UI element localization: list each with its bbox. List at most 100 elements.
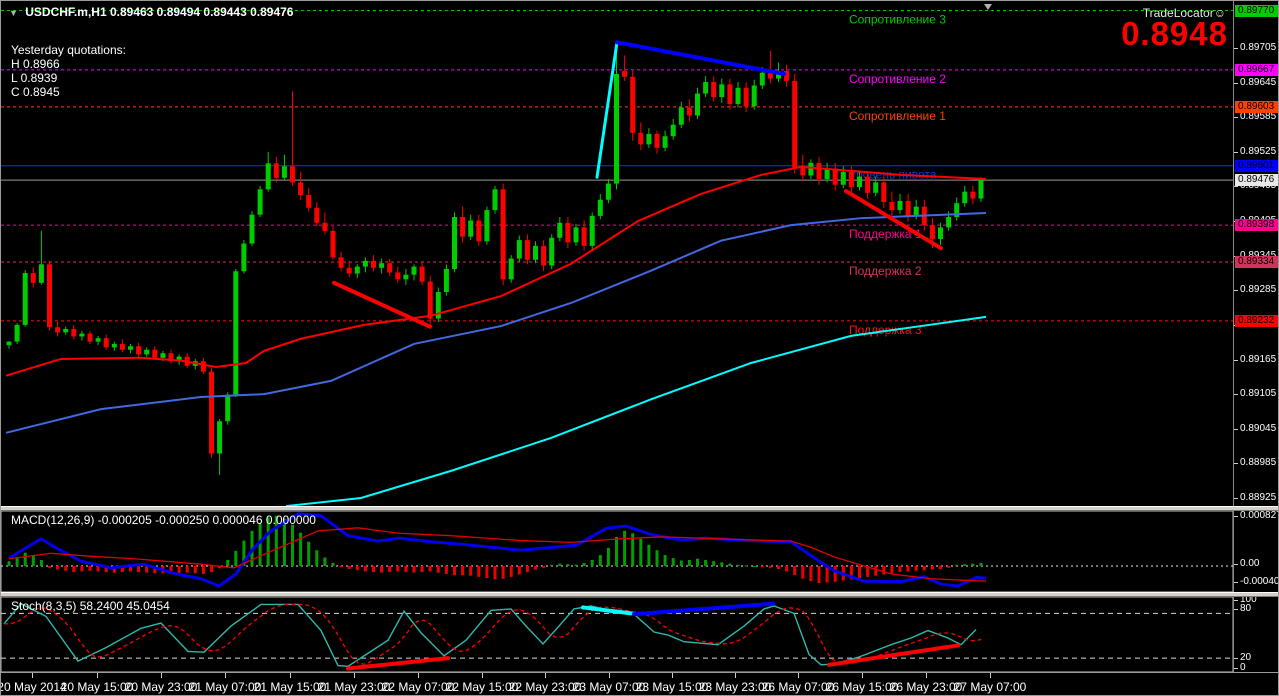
macd-histogram-bar (23, 552, 27, 566)
candle-body (549, 237, 555, 266)
time-axis[interactable]: 20 May 2014 20 May 15:00 20 May 23:00 21 Ma… (1, 672, 1278, 695)
macd-histogram-bar (461, 566, 465, 576)
time-axis-tick (798, 673, 799, 678)
time-axis-label: 20 May 23:00 (124, 680, 198, 694)
macd-histogram-bar (809, 566, 813, 582)
candle-body (686, 107, 692, 116)
candle-body (403, 274, 409, 280)
macd-axis-label: 0.000827 (1240, 510, 1279, 521)
candle-body (840, 172, 846, 185)
pane-separator-1[interactable] (1, 506, 1278, 511)
macd-histogram-bar (550, 564, 554, 566)
macd-histogram-bar (436, 566, 440, 573)
macd-histogram-bar (874, 566, 878, 576)
time-axis-tick (862, 673, 863, 678)
candle-body (622, 71, 628, 77)
candle-body (808, 162, 814, 176)
candle-body (946, 217, 952, 228)
time-axis-tick (609, 673, 610, 678)
macd-histogram-bar (574, 564, 578, 566)
macd-histogram-bar (882, 566, 886, 575)
candle-body (978, 180, 984, 199)
price-badge-support-2: 0.89334 (1235, 256, 1278, 269)
macd-histogram-bar (777, 566, 780, 570)
macd-histogram-bar (817, 566, 821, 583)
candle-body (306, 195, 312, 208)
candle-body (516, 240, 522, 259)
candle-body (573, 227, 579, 243)
macd-histogram-bar (947, 566, 951, 568)
time-axis-tick (926, 673, 927, 678)
macd-histogram-bar (234, 550, 238, 566)
stoch-trend-blue[interactable] (632, 601, 775, 617)
chart-title-row: ▼ USDCHF.m,H1 0.89463 0.89494 0.89443 0.… (9, 5, 293, 19)
stoch-trend-red-left[interactable] (346, 656, 450, 671)
macd-histogram-bar (493, 566, 497, 580)
macd-values: -0.000205 -0.000250 0.000046 0.000000 (97, 513, 316, 527)
last-bar-marker-icon (984, 4, 992, 10)
time-axis-label: 22 May 07:00 (381, 680, 455, 694)
time-axis-label: 23 May 23:00 (698, 680, 772, 694)
trend-red-mid[interactable] (332, 280, 432, 329)
trend-blue-down[interactable] (615, 40, 786, 76)
price-tick-label: 0.89285 (1240, 284, 1277, 296)
price-tick-label: 0.89645 (1240, 76, 1277, 88)
price-tick-label: 0.89705 (1240, 42, 1277, 53)
candle-body (314, 207, 320, 223)
macd-histogram-bar (444, 566, 448, 574)
candle-body (913, 206, 919, 216)
macd-histogram-bar (679, 560, 683, 566)
candle-body (792, 80, 798, 168)
macd-histogram-bar (922, 566, 926, 571)
axis-tick (1234, 564, 1238, 565)
macd-histogram-bar (145, 566, 149, 573)
candle-body (865, 176, 871, 193)
stoch-trend-cyan[interactable] (581, 605, 633, 616)
axis-tick (1234, 151, 1238, 153)
macd-histogram-bar (930, 566, 934, 570)
axis-tick (1234, 463, 1238, 465)
candle-body (800, 167, 806, 176)
yesterday-quotations-block: Yesterday quotations: H 0.8966 L 0.8939 … (11, 43, 126, 99)
candle-body (298, 182, 304, 196)
axis-tick (1234, 186, 1238, 188)
stochastic-pane[interactable] (1, 597, 1233, 672)
time-axis-tick (161, 673, 162, 678)
candle-body (379, 263, 385, 268)
candle-body (217, 421, 223, 454)
candle-body (589, 215, 595, 246)
macd-histogram-bar (542, 566, 546, 568)
candle-body (79, 333, 85, 337)
macd-histogram-bar (833, 566, 837, 582)
axis-tick (1234, 609, 1238, 610)
candle-body (848, 172, 854, 188)
axis-tick (1234, 497, 1238, 499)
chart-menu-triangle-icon[interactable]: ▼ (9, 8, 18, 18)
candle-body (209, 371, 214, 454)
candle-body (476, 220, 482, 242)
main-price-chart[interactable]: Сопротивление 3 Сопротивление 2 Сопротивле… (1, 1, 1233, 506)
time-axis-label: 23 May 15:00 (635, 680, 709, 694)
macd-histogram-bar (185, 566, 189, 573)
macd-histogram-bar (31, 555, 35, 566)
candle-body (751, 85, 757, 107)
stoch-axis-label: 80 (1240, 603, 1252, 614)
stoch-trend-red-right[interactable] (827, 643, 960, 667)
candle-body (581, 227, 587, 246)
candle-body (905, 200, 911, 216)
price-axis[interactable]: 0.897050.896450.895850.895250.894650.894… (1233, 1, 1279, 673)
macd-histogram-bar (193, 566, 197, 574)
macd-histogram-bar (939, 566, 942, 570)
stoch-indicator-label: Stoch(8,3,5) 58.2400 45.0454 (11, 599, 170, 613)
candle-body (630, 76, 636, 133)
candle-body (338, 257, 344, 268)
macd-histogram-bar (64, 566, 68, 571)
macd-histogram-bar (590, 559, 594, 566)
ma-slow-cyan (285, 315, 987, 506)
candle-body (557, 222, 563, 238)
candle-body (273, 163, 279, 178)
macd-axis-label: -0.000402 (1240, 576, 1279, 587)
candle-body (144, 349, 150, 355)
pane-separator-2[interactable] (1, 592, 1278, 597)
macd-histogram-bar (48, 566, 51, 568)
